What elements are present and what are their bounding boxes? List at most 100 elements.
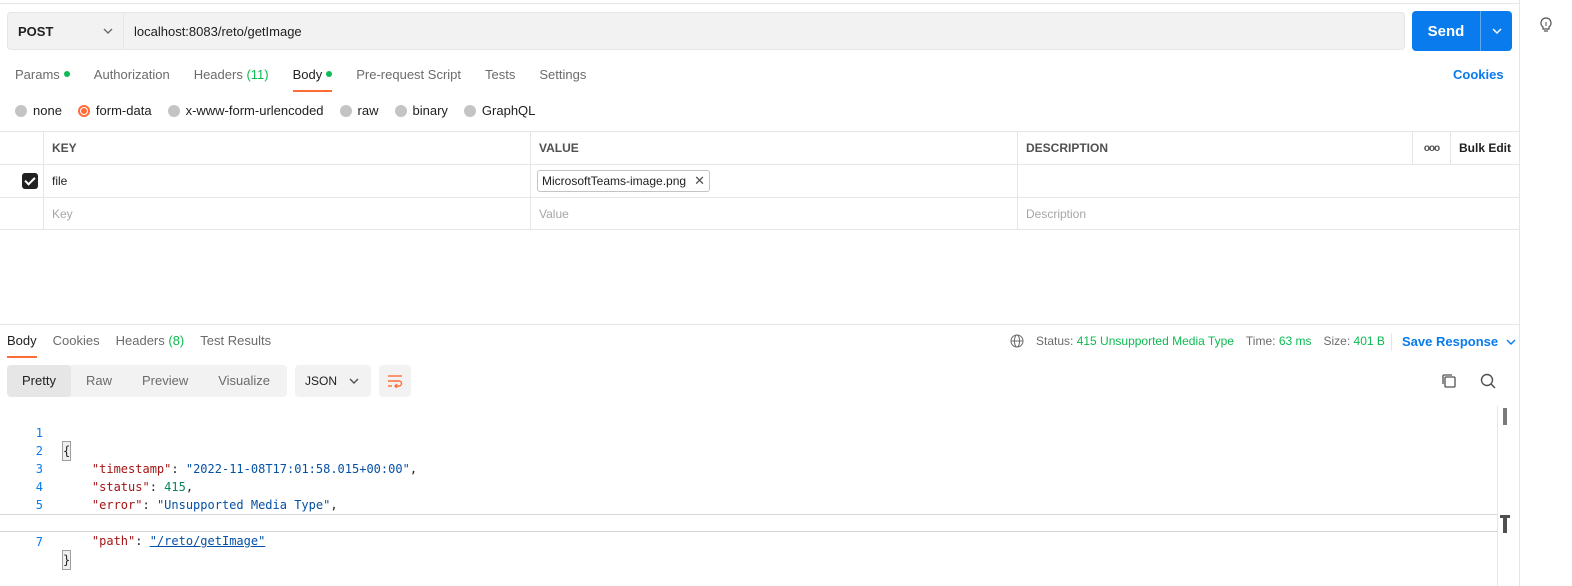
body-type-options: none form-data x-www-form-urlencoded raw… — [15, 103, 535, 118]
text-cursor-icon — [1500, 515, 1510, 533]
right-sidebar — [1519, 0, 1572, 586]
key-cell[interactable]: file — [43, 165, 530, 197]
radio-label: x-www-form-urlencoded — [185, 103, 324, 118]
view-mode-tabs: Pretty Raw Preview Visualize — [7, 365, 287, 397]
radio-label: GraphQL — [481, 103, 536, 118]
tab-preview[interactable]: Preview — [127, 365, 203, 397]
copy-icon[interactable] — [1440, 372, 1458, 390]
scrollbar-thumb[interactable] — [1503, 408, 1507, 425]
tab-raw[interactable]: Raw — [71, 365, 127, 397]
tab-label: Headers — [193, 67, 243, 82]
tab-response-body[interactable]: Body — [7, 333, 37, 358]
send-options-button[interactable] — [1481, 27, 1512, 35]
bulk-edit-button[interactable]: Bulk Edit — [1450, 132, 1519, 164]
tab-tests[interactable]: Tests — [485, 66, 515, 92]
radio-form-data[interactable]: form-data — [77, 103, 152, 118]
close-icon[interactable]: ✕ — [694, 173, 705, 189]
radio-dot-selected — [77, 104, 90, 117]
response-tabs: Body Cookies Headers (8) Test Results — [7, 333, 271, 358]
column-header-description: DESCRIPTION — [1017, 132, 1412, 164]
radio-binary[interactable]: binary — [394, 103, 448, 118]
tab-pre-request-script[interactable]: Pre-request Script — [356, 66, 461, 92]
time-info[interactable]: Time: 63 ms — [1246, 334, 1312, 348]
tab-visualize[interactable]: Visualize — [203, 365, 285, 397]
tab-label: Body — [292, 67, 323, 82]
tab-pretty[interactable]: Pretty — [7, 365, 71, 397]
tab-body[interactable]: Body — [292, 66, 333, 92]
radio-label: raw — [357, 103, 379, 118]
size-info[interactable]: Size: 401 B — [1324, 334, 1385, 348]
tab-headers[interactable]: Headers (11) — [194, 66, 269, 92]
chevron-down-icon — [349, 378, 359, 384]
tab-label: Authorization — [93, 67, 170, 82]
vertical-scrollbar[interactable] — [1497, 406, 1519, 586]
method-select[interactable]: POST — [8, 13, 124, 49]
radio-x-www-form-urlencoded[interactable]: x-www-form-urlencoded — [167, 103, 324, 118]
url-input[interactable]: localhost:8083/reto/getImage — [124, 24, 302, 39]
table-row: file MicrosoftTeams-image.png ✕ — [0, 164, 1519, 197]
radio-graphql[interactable]: GraphQL — [463, 103, 536, 118]
tab-label: Settings — [539, 67, 587, 82]
code-line: 3 "status": 415, — [0, 442, 1497, 494]
tab-count: (11) — [246, 67, 269, 82]
format-label: JSON — [305, 374, 338, 388]
column-header-value: VALUE — [530, 132, 1017, 164]
line-number: 7 — [35, 535, 43, 549]
response-divider — [0, 324, 1519, 325]
status-info[interactable]: Status: 415 Unsupported Media Type — [1036, 334, 1234, 348]
tab-authorization[interactable]: Authorization — [94, 66, 170, 92]
radio-none[interactable]: none — [15, 103, 62, 118]
cookies-link[interactable]: Cookies — [1453, 67, 1504, 82]
radio-raw[interactable]: raw — [339, 103, 379, 118]
description-cell[interactable] — [1017, 165, 1519, 197]
status-divider — [1391, 333, 1392, 351]
status-value: 415 Unsupported Media Type — [1076, 334, 1234, 348]
more-options-icon[interactable]: ooo — [1412, 132, 1450, 164]
time-value: 63 ms — [1278, 334, 1312, 348]
tab-settings[interactable]: Settings — [539, 66, 586, 92]
status-dot — [326, 71, 333, 77]
radio-dot — [15, 104, 27, 117]
code-line: 5 "message": "", — [0, 478, 1497, 530]
value-input[interactable]: Value — [530, 198, 1017, 229]
tab-response-headers[interactable]: Headers (8) — [116, 333, 185, 358]
save-response-label: Save Response — [1402, 334, 1499, 349]
close-brace: } — [61, 550, 72, 570]
tab-test-results[interactable]: Test Results — [200, 333, 271, 358]
code-line: 2 "timestamp": "2022-11-08T17:01:58.015+… — [0, 424, 1497, 476]
lightbulb-icon[interactable] — [1538, 16, 1554, 34]
file-chip: MicrosoftTeams-image.png ✕ — [537, 170, 710, 192]
tab-label: Pre-request Script — [356, 67, 462, 82]
wrap-lines-button[interactable] — [379, 365, 411, 397]
tab-label: Tests — [485, 67, 516, 82]
save-response-button[interactable]: Save Response — [1402, 334, 1516, 349]
form-data-table: KEY VALUE DESCRIPTION ooo Bulk Edit file… — [0, 131, 1519, 230]
tab-params[interactable]: Params — [15, 66, 70, 92]
request-url-bar: POST localhost:8083/reto/getImage — [7, 12, 1405, 50]
format-select[interactable]: JSON — [295, 365, 371, 397]
time-label: Time: — [1245, 334, 1276, 348]
description-input[interactable]: Description — [1017, 198, 1519, 229]
chevron-down-icon — [1492, 28, 1501, 34]
json-link-value[interactable]: "/reto/getImage" — [150, 534, 266, 548]
send-button[interactable]: Send — [1412, 11, 1512, 51]
code-line: 6 "path": "/reto/getImage" — [0, 496, 1497, 548]
value-cell[interactable]: MicrosoftTeams-image.png ✕ — [530, 165, 1017, 197]
tab-label: Params — [15, 67, 60, 82]
tab-response-cookies[interactable]: Cookies — [53, 333, 100, 358]
radio-dot — [463, 104, 476, 117]
code-line: 4 "error": "Unsupported Media Type", — [0, 460, 1497, 512]
response-status-bar: Status: 415 Unsupported Media Type Time:… — [1010, 334, 1385, 348]
search-icon[interactable] — [1479, 372, 1497, 390]
key-input[interactable]: Key — [43, 198, 530, 229]
globe-icon[interactable] — [1010, 334, 1024, 348]
response-body-editor[interactable]: 1 { 2 "timestamp": "2022-11-08T17:01:58.… — [0, 406, 1497, 570]
status-label: Status: — [1036, 334, 1074, 348]
row-checkbox[interactable] — [22, 173, 38, 189]
radio-dot — [394, 104, 407, 117]
chevron-down-icon — [1506, 339, 1516, 345]
method-label: POST — [18, 23, 54, 39]
radio-dot — [339, 104, 352, 117]
tab-label: Headers — [115, 333, 165, 348]
top-divider — [0, 3, 1519, 4]
